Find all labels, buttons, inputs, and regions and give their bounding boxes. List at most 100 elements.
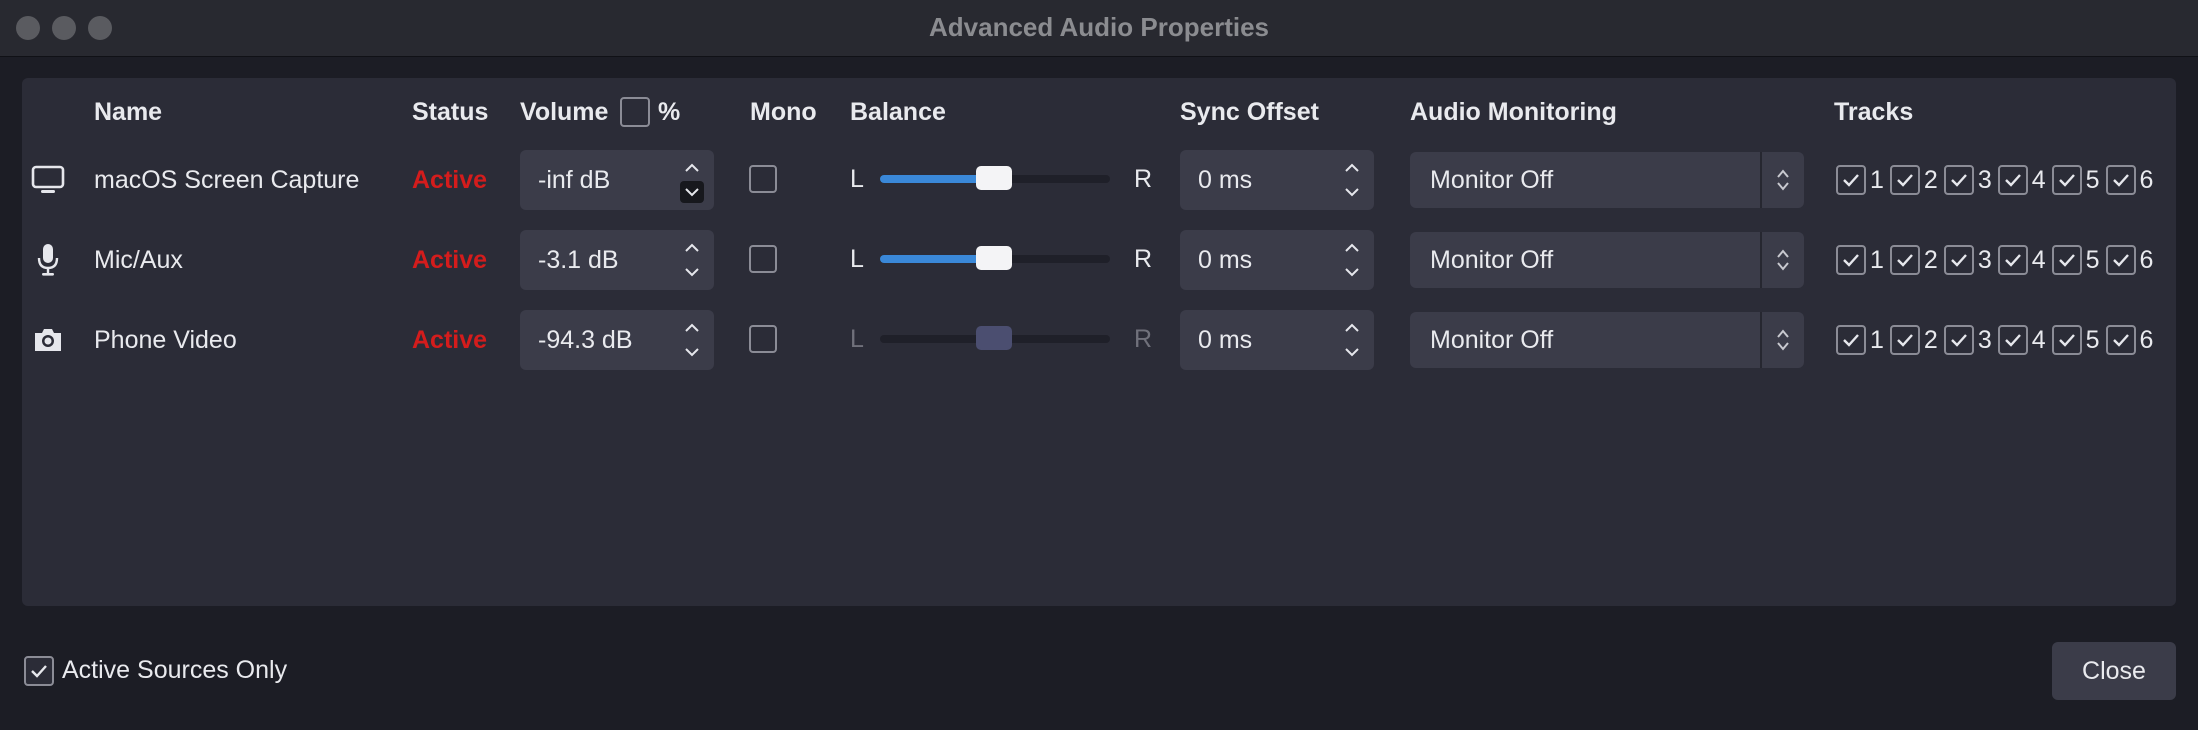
up-down-chevron-icon[interactable] <box>1762 312 1804 368</box>
track-checkbox[interactable] <box>1836 325 1866 355</box>
track-checkbox[interactable] <box>1889 245 1920 275</box>
audio-monitoring-select[interactable]: Monitor Off <box>1410 232 1804 288</box>
track-checkbox[interactable] <box>2105 325 2136 355</box>
status-label: Active <box>412 326 488 354</box>
sync-offset-value: 0 ms <box>1198 166 1253 194</box>
track-checkbox[interactable] <box>1943 165 1974 195</box>
track-number: 5 <box>2085 325 2100 354</box>
camera-icon <box>28 320 68 360</box>
header-balance: Balance <box>850 98 946 126</box>
track-checkbox[interactable] <box>2105 245 2136 275</box>
volume-spinbox[interactable]: -3.1 dB <box>520 230 714 290</box>
chevron-down-icon[interactable] <box>1340 181 1364 203</box>
track-checkbox[interactable] <box>1836 245 1866 275</box>
sync-offset-spinbox[interactable]: 0 ms <box>1180 310 1374 370</box>
balance-left-label: L <box>850 165 864 193</box>
track-number: 5 <box>2085 165 2100 194</box>
header-tracks: Tracks <box>1834 98 1914 126</box>
volume-spinbox[interactable]: -94.3 dB <box>520 310 714 370</box>
track-checkbox[interactable] <box>1889 325 1920 355</box>
track-item: 4 <box>1997 325 2046 355</box>
track-number: 1 <box>1870 165 1884 194</box>
track-checkbox[interactable] <box>2105 165 2136 195</box>
microphone-icon <box>28 240 68 280</box>
track-checkbox[interactable] <box>1943 245 1974 275</box>
chevron-down-icon[interactable] <box>1340 341 1364 363</box>
track-checkbox[interactable] <box>2051 325 2082 355</box>
chevron-down-icon[interactable] <box>680 181 704 203</box>
balance-left-label: L <box>850 325 864 353</box>
tracks-group: 1 2 3 4 5 6 <box>1836 245 2159 275</box>
sync-offset-value: 0 ms <box>1198 246 1253 274</box>
window-title: Advanced Audio Properties <box>929 12 1269 42</box>
track-checkbox[interactable] <box>2051 165 2082 195</box>
chevron-down-icon[interactable] <box>680 261 704 283</box>
chevron-up-icon[interactable] <box>680 237 704 259</box>
balance-slider-handle <box>976 326 1012 350</box>
chevron-up-icon[interactable] <box>1340 317 1364 339</box>
track-number: 1 <box>1870 245 1884 274</box>
chevron-up-icon[interactable] <box>1340 237 1364 259</box>
balance-slider[interactable] <box>880 166 1110 190</box>
title-bar: Advanced Audio Properties <box>0 0 2198 57</box>
chevron-down-icon[interactable] <box>680 341 704 363</box>
track-number: 6 <box>2139 165 2154 194</box>
track-checkbox[interactable] <box>1836 165 1866 195</box>
chevron-up-icon[interactable] <box>1340 157 1364 179</box>
track-checkbox[interactable] <box>1889 165 1920 195</box>
track-item: 6 <box>2105 165 2154 195</box>
header-status: Status <box>412 98 489 126</box>
close-button[interactable]: Close <box>2052 642 2176 700</box>
mono-checkbox[interactable] <box>749 165 777 193</box>
header-name: Name <box>94 98 163 126</box>
track-item: 3 <box>1943 325 1992 355</box>
track-number: 4 <box>2031 165 2046 194</box>
up-down-chevron-icon[interactable] <box>1762 152 1804 208</box>
track-number: 1 <box>1870 325 1884 354</box>
track-item: 5 <box>2051 245 2100 275</box>
track-checkbox[interactable] <box>1997 245 2028 275</box>
track-number: 4 <box>2031 325 2046 354</box>
track-item: 6 <box>2105 245 2153 275</box>
sync-offset-spinbox[interactable]: 0 ms <box>1180 230 1374 290</box>
track-checkbox[interactable] <box>1997 165 2028 195</box>
source-name: Mic/Aux <box>94 246 183 274</box>
balance-right-label: R <box>1134 245 1153 273</box>
track-number: 6 <box>2139 325 2154 354</box>
volume-value: -3.1 dB <box>538 246 619 274</box>
active-sources-only-checkbox[interactable] <box>24 656 54 686</box>
balance-slider[interactable] <box>880 246 1110 270</box>
track-item: 5 <box>2051 165 2100 195</box>
balance-slider <box>880 326 1110 350</box>
chevron-down-icon[interactable] <box>1340 261 1364 283</box>
header-volume-percent: % <box>658 98 681 126</box>
audio-monitoring-select[interactable]: Monitor Off <box>1410 152 1804 208</box>
track-checkbox[interactable] <box>2051 245 2082 275</box>
audio-monitoring-select[interactable]: Monitor Off <box>1410 312 1804 368</box>
active-sources-only-label[interactable]: Active Sources Only <box>62 656 287 685</box>
chevron-up-icon[interactable] <box>680 157 704 179</box>
track-checkbox[interactable] <box>1997 325 2028 355</box>
chevron-up-icon[interactable] <box>680 317 704 339</box>
track-item: 3 <box>1943 165 1992 195</box>
track-item: 2 <box>1889 245 1938 275</box>
track-item: 1 <box>1836 165 1884 195</box>
balance-slider-handle[interactable] <box>976 166 1012 190</box>
track-checkbox[interactable] <box>1943 325 1974 355</box>
balance-slider-handle[interactable] <box>976 246 1012 270</box>
audio-monitoring-value: Monitor Off <box>1430 246 1554 274</box>
header-mono: Mono <box>750 98 817 126</box>
volume-percent-checkbox[interactable] <box>620 97 650 127</box>
mono-checkbox[interactable] <box>749 245 777 273</box>
mono-checkbox[interactable] <box>749 325 777 353</box>
volume-value: -94.3 dB <box>538 326 633 354</box>
track-number: 4 <box>2031 245 2046 274</box>
track-item: 4 <box>1997 245 2046 275</box>
track-number: 3 <box>1977 165 1992 194</box>
up-down-chevron-icon[interactable] <box>1762 232 1804 288</box>
balance-right-label: R <box>1134 325 1153 353</box>
volume-spinbox[interactable]: -inf dB <box>520 150 714 210</box>
sync-offset-spinbox[interactable]: 0 ms <box>1180 150 1374 210</box>
tracks-group: 1 2 3 4 5 6 <box>1836 325 2159 355</box>
track-number: 2 <box>1923 165 1938 194</box>
